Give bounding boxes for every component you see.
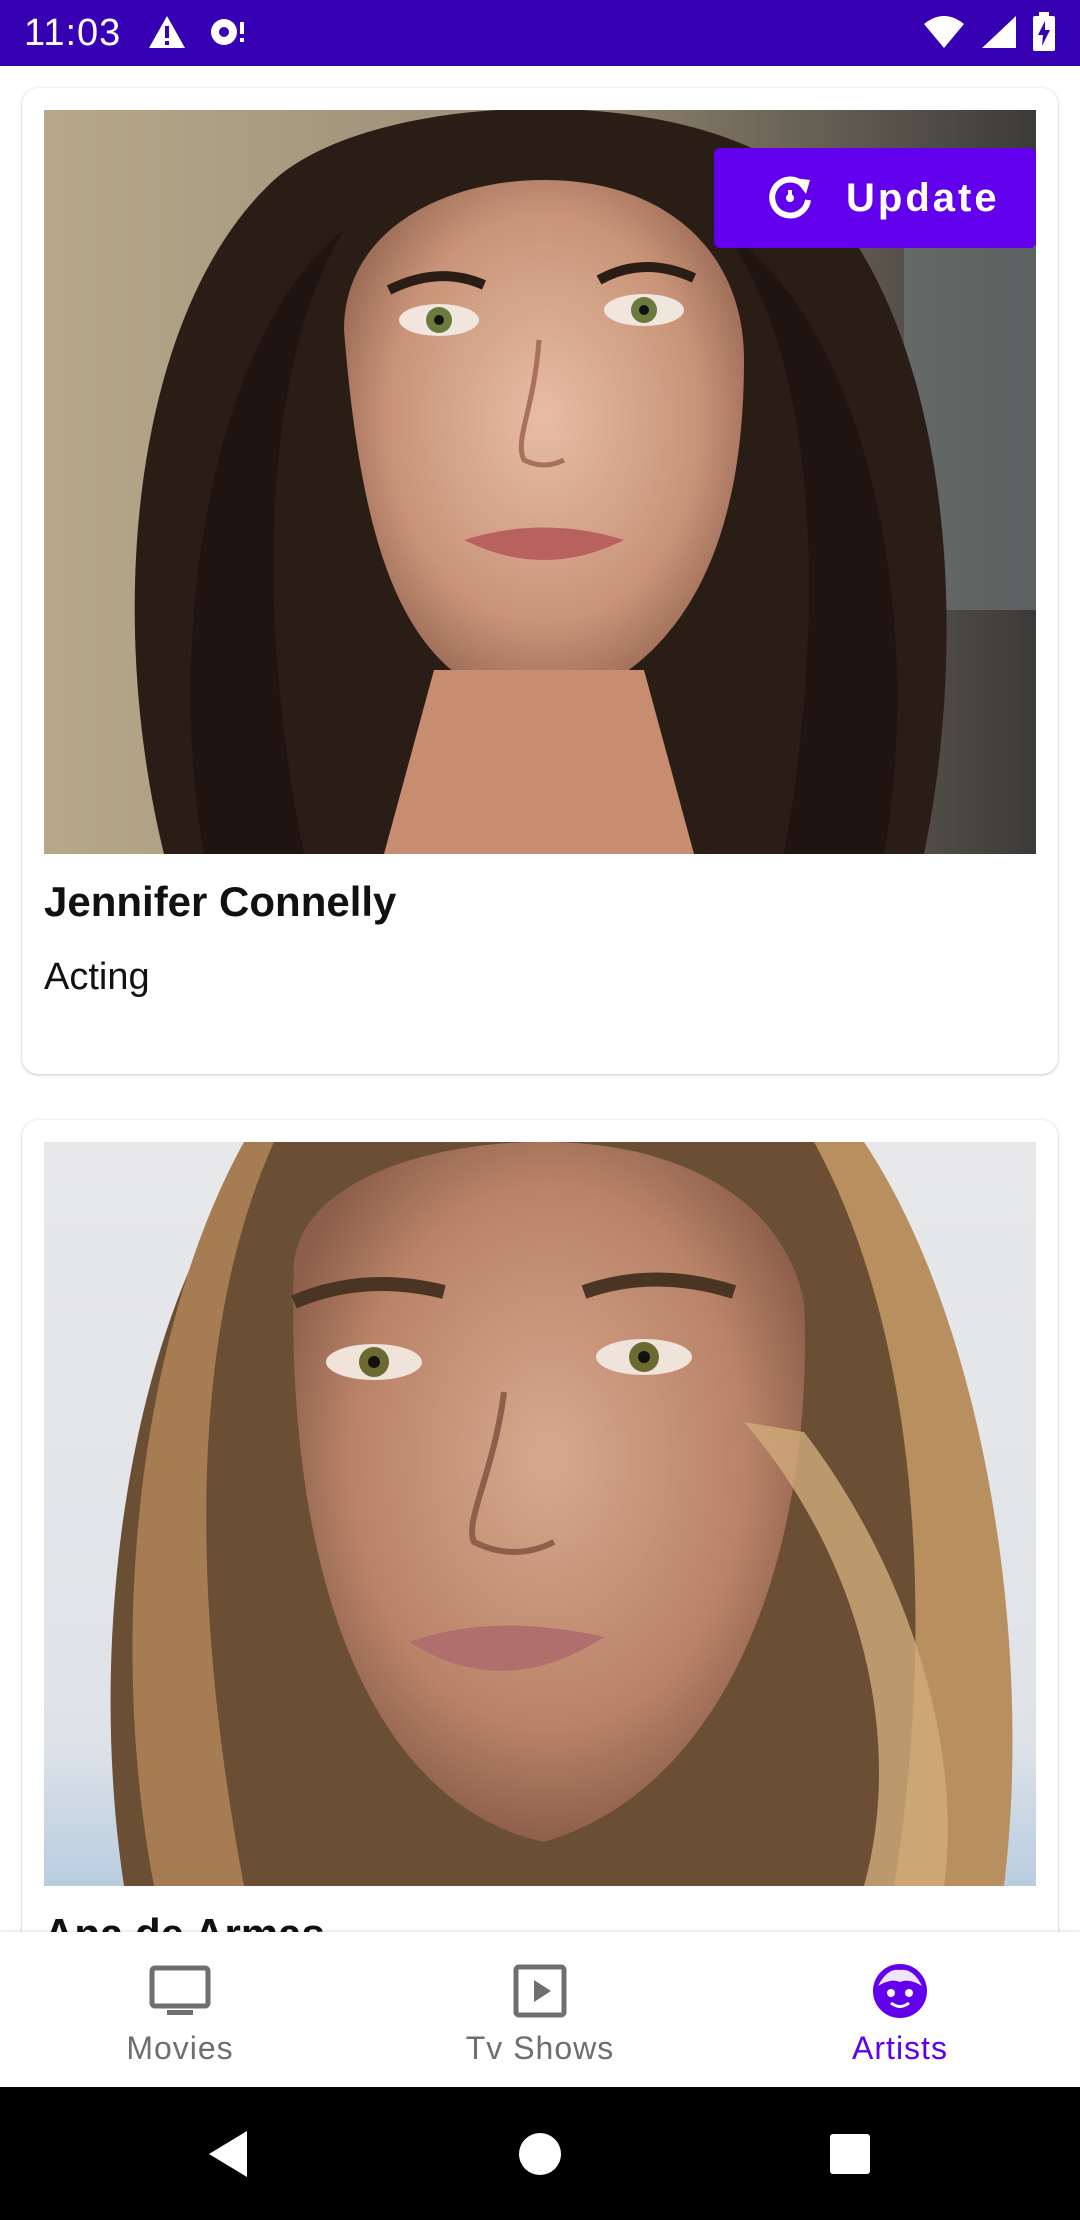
recents-icon[interactable] (823, 2127, 877, 2181)
artists-screen: 11:03 Update Jennifer Connelly Acting Mo… (0, 0, 1080, 2220)
alert-icon (148, 14, 186, 55)
refresh-icon (764, 172, 816, 224)
face-icon (869, 1960, 931, 2022)
status-right-icons (922, 11, 1056, 57)
nav-item-movies[interactable]: Movies (0, 1932, 360, 2087)
status-left-icons (148, 14, 246, 54)
status-bar: 11:03 (0, 0, 1080, 66)
bottom-navigation: Movies Tv Shows Artists (0, 1932, 1080, 2087)
nav-label-movies: Movies (126, 2030, 234, 2066)
artist-photo-ana-de-armas (44, 1142, 1036, 1886)
artists-list[interactable]: Update Jennifer Connelly Acting (0, 66, 1080, 1932)
update-button[interactable]: Update (714, 148, 1036, 248)
artist-name: Ana de Armas (44, 1910, 325, 1932)
nav-item-artists[interactable]: Artists (720, 1932, 1080, 2087)
update-button-label: Update (846, 175, 1000, 220)
nav-label-artists: Artists (852, 2030, 948, 2066)
back-icon[interactable] (203, 2127, 257, 2181)
nav-item-tv-shows[interactable]: Tv Shows (360, 1932, 720, 2087)
artist-photo-jennifer-connelly: Update (44, 110, 1036, 854)
home-icon[interactable] (513, 2127, 567, 2181)
artist-card[interactable]: Ana de Armas (22, 1120, 1058, 1932)
sync-notification-icon (208, 14, 246, 55)
wifi-icon (922, 14, 966, 55)
artist-name: Jennifer Connelly (44, 878, 397, 925)
system-navigation-bar (0, 2087, 1080, 2220)
play-box-icon (509, 1960, 571, 2022)
status-time: 11:03 (24, 12, 122, 54)
tv-icon (149, 1960, 211, 2022)
nav-label-tv-shows: Tv Shows (465, 2030, 615, 2066)
battery-charging-icon (1032, 11, 1056, 57)
cellular-signal-icon (980, 14, 1018, 55)
artist-card[interactable]: Update Jennifer Connelly Acting (22, 88, 1058, 1074)
artist-department: Acting (44, 956, 150, 998)
